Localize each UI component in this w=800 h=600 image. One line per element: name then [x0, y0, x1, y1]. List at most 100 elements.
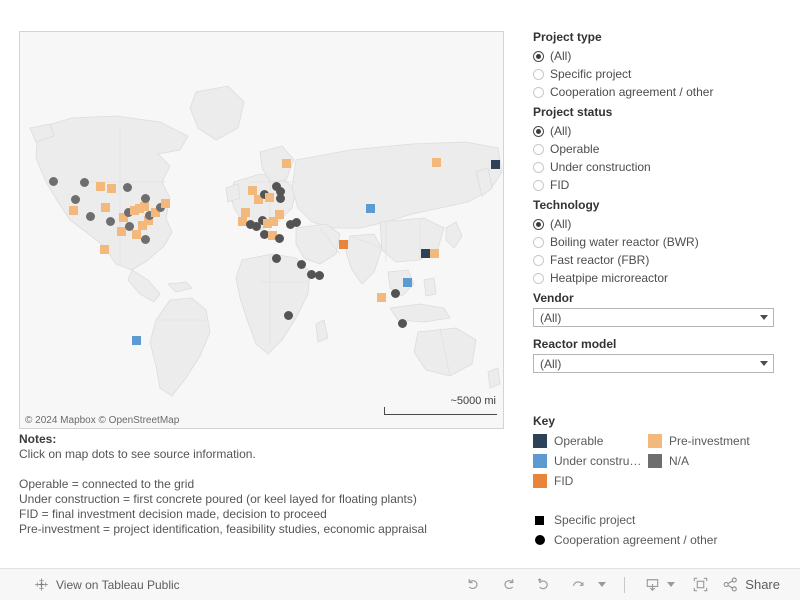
map-marker-square-36[interactable] — [241, 208, 250, 217]
legend-item-2[interactable]: FID — [533, 474, 573, 488]
map-marker-circle-50[interactable] — [297, 260, 306, 269]
map-marker-square-26[interactable] — [100, 245, 109, 254]
map-marker-circle-52[interactable] — [315, 271, 324, 280]
radio-option-2[interactable]: Cooperation agreement / other — [533, 83, 781, 101]
radio-unselected-icon[interactable] — [533, 179, 544, 191]
radio-unselected-icon[interactable] — [533, 86, 544, 98]
legend-color-swatch — [533, 454, 547, 468]
map-marker-square-59[interactable] — [421, 249, 430, 258]
map-marker-circle-49[interactable] — [272, 254, 281, 263]
scale-bar-line — [384, 407, 497, 415]
map-panel[interactable]: ~5000 mi © 2024 Mapbox © OpenStreetMap — [19, 31, 504, 429]
radio-option-2[interactable]: Under construction — [533, 158, 781, 176]
radio-option-1[interactable]: Boiling water reactor (BWR) — [533, 233, 781, 251]
radio-option-label: (All) — [550, 124, 572, 138]
notes-line-2: Operable = connected to the grid — [19, 477, 195, 491]
radio-option-label: (All) — [550, 217, 572, 231]
map-marker-square-57[interactable] — [491, 160, 500, 169]
project-type-title: Project type — [533, 30, 602, 44]
project-status-options[interactable]: (All) Operable Under construction FID — [533, 122, 781, 194]
radio-selected-icon[interactable] — [533, 218, 544, 230]
radio-unselected-icon[interactable] — [533, 254, 544, 266]
download-button[interactable] — [635, 572, 683, 598]
revert-button[interactable] — [526, 572, 561, 598]
pause-dropdown-button[interactable] — [596, 572, 614, 598]
radio-selected-icon[interactable] — [533, 50, 544, 62]
map-marker-square-2[interactable] — [96, 182, 105, 191]
map-marker-square-28[interactable] — [248, 186, 257, 195]
radio-option-label: Specific project — [550, 67, 632, 81]
radio-option-1[interactable]: Operable — [533, 140, 781, 158]
notes-spacer — [19, 462, 519, 477]
refresh-button[interactable] — [561, 572, 596, 598]
map-marker-circle-48[interactable] — [292, 218, 301, 227]
fullscreen-button[interactable] — [683, 572, 718, 598]
map-marker-square-3[interactable] — [107, 184, 116, 193]
map-marker-circle-54[interactable] — [284, 311, 293, 320]
legend-shape-item-1[interactable]: Cooperation agreement / other — [533, 530, 783, 550]
map-marker-square-20[interactable] — [140, 202, 149, 211]
radio-unselected-icon[interactable] — [533, 143, 544, 155]
map-marker-square-43[interactable] — [275, 210, 284, 219]
map-marker-square-63[interactable] — [377, 293, 386, 302]
square-marker-icon — [535, 515, 544, 525]
map-marker-square-27[interactable] — [132, 336, 141, 345]
map-marker-square-55[interactable] — [366, 204, 375, 213]
radio-option-3[interactable]: FID — [533, 176, 781, 194]
map-marker-circle-64[interactable] — [398, 319, 407, 328]
notes-section: Notes: Click on map dots to see source i… — [19, 432, 519, 537]
radio-unselected-icon[interactable] — [533, 161, 544, 173]
map-marker-circle-6[interactable] — [71, 195, 80, 204]
radio-option-3[interactable]: Heatpipe microreactor — [533, 269, 781, 287]
map-marker-circle-47[interactable] — [275, 234, 284, 243]
legend-color-swatch — [533, 474, 547, 488]
map-marker-square-34[interactable] — [282, 159, 291, 168]
radio-option-2[interactable]: Fast reactor (FBR) — [533, 251, 781, 269]
map-marker-square-16[interactable] — [132, 230, 141, 239]
legend-shape-item-0[interactable]: Specific project — [533, 510, 783, 530]
map-attribution[interactable]: © 2024 Mapbox © OpenStreetMap — [22, 415, 183, 426]
radio-option-0[interactable]: (All) — [533, 215, 781, 233]
radio-unselected-icon[interactable] — [533, 68, 544, 80]
map-marker-square-25[interactable] — [161, 199, 170, 208]
radio-option-0[interactable]: (All) — [533, 47, 781, 65]
vendor-dropdown[interactable]: (All) — [533, 308, 774, 327]
legend-item-label: N/A — [669, 454, 690, 468]
map-marker-square-31[interactable] — [265, 193, 274, 202]
map-marker-square-53[interactable] — [339, 240, 348, 249]
map-marker-circle-18[interactable] — [141, 235, 150, 244]
chevron-down-icon — [598, 582, 607, 587]
radio-option-1[interactable]: Specific project — [533, 65, 781, 83]
legend-swatches: Operable Under constru… FID Pre-investment N… — [533, 430, 783, 492]
radio-unselected-icon[interactable] — [533, 272, 544, 284]
map-marker-circle-9[interactable] — [106, 217, 115, 226]
share-button[interactable]: Share — [718, 576, 786, 593]
undo-button[interactable] — [456, 572, 491, 598]
map-marker-circle-21[interactable] — [141, 194, 150, 203]
map-marker-square-61[interactable] — [403, 278, 412, 287]
map-marker-circle-7[interactable] — [86, 212, 95, 221]
map-marker-circle-35[interactable] — [276, 187, 285, 196]
map-marker-square-60[interactable] — [430, 249, 439, 258]
legend-item-0[interactable]: Operable — [533, 434, 603, 448]
radio-selected-icon[interactable] — [533, 125, 544, 137]
map-marker-circle-0[interactable] — [49, 177, 58, 186]
reactor-model-dropdown[interactable]: (All) — [533, 354, 774, 373]
legend-shape-label: Cooperation agreement / other — [554, 533, 718, 547]
legend-item-3[interactable]: Pre-investment — [648, 434, 750, 448]
map-marker-circle-62[interactable] — [391, 289, 400, 298]
map-marker-square-8[interactable] — [101, 203, 110, 212]
map-marker-circle-4[interactable] — [123, 183, 132, 192]
project-type-options[interactable]: (All) Specific project Cooperation agreeme… — [533, 47, 781, 101]
technology-options[interactable]: (All) Boiling water reactor (BWR) Fast rea… — [533, 215, 781, 287]
legend-color-swatch — [648, 454, 662, 468]
radio-option-0[interactable]: (All) — [533, 122, 781, 140]
map-marker-square-5[interactable] — [69, 206, 78, 215]
radio-unselected-icon[interactable] — [533, 236, 544, 248]
redo-button[interactable] — [491, 572, 526, 598]
view-on-tableau-public-button[interactable]: View on Tableau Public — [34, 577, 180, 592]
legend-item-1[interactable]: Under constru… — [533, 454, 641, 468]
legend-item-4[interactable]: N/A — [648, 454, 689, 468]
map-marker-circle-1[interactable] — [80, 178, 89, 187]
map-marker-square-56[interactable] — [432, 158, 441, 167]
